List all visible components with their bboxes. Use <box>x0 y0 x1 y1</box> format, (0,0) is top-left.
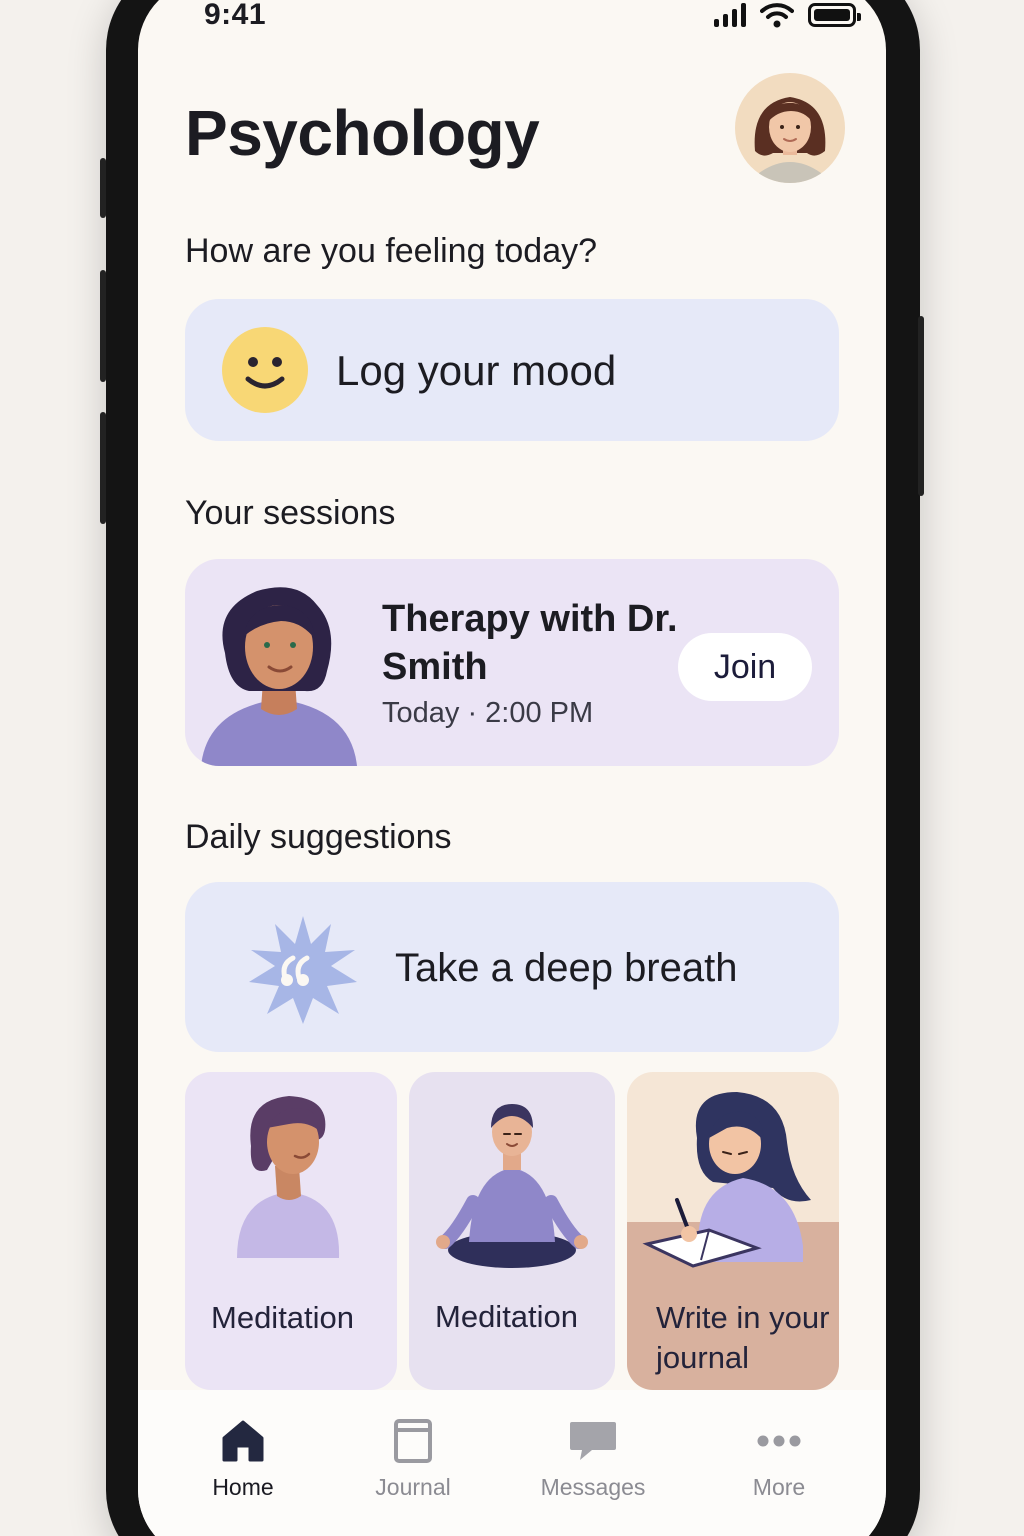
meditation-tile[interactable]: Meditation <box>185 1072 397 1390</box>
session-card[interactable]: Therapy with Dr. Smith Today · 2:00 PM J… <box>185 559 839 766</box>
quote-burst-icon <box>249 916 357 1024</box>
power-button <box>918 316 924 496</box>
tile-label: Write in your journal <box>656 1300 830 1375</box>
tab-more[interactable]: More <box>704 1418 854 1501</box>
tab-label: More <box>752 1474 806 1500</box>
woman-avatar-icon <box>754 97 826 183</box>
journal-tile[interactable]: Write in your journal <box>627 1072 839 1390</box>
journal-icon <box>394 1419 432 1463</box>
status-icons <box>714 2 861 28</box>
sessions-section-title: Your sessions <box>185 494 396 532</box>
tab-messages[interactable]: Messages <box>518 1418 668 1501</box>
battery-icon <box>808 3 861 27</box>
meditating-person-illustration <box>436 1104 588 1268</box>
tile-label: Meditation <box>435 1299 579 1334</box>
journaling-woman-illustration <box>642 1092 811 1268</box>
join-session-button[interactable]: Join <box>678 633 812 701</box>
volume-up-button <box>100 270 106 382</box>
volume-down-button <box>100 412 106 524</box>
deep-breath-label: Take a deep breath <box>395 946 738 990</box>
mute-switch <box>100 158 106 218</box>
tab-journal[interactable]: Journal <box>338 1418 488 1501</box>
smiley-face-icon <box>222 327 308 413</box>
mood-prompt: How are you feeling today? <box>185 232 598 270</box>
session-title: Therapy with Dr. Smith <box>382 598 678 688</box>
wifi-icon <box>760 3 794 28</box>
deep-breath-card[interactable]: Take a deep breath <box>185 882 839 1052</box>
therapist-portrait <box>201 587 357 766</box>
app-screen: 9:41 Psychology How are you feeling toda… <box>138 0 886 1536</box>
person-illustration <box>237 1096 340 1258</box>
status-time: 9:41 <box>204 0 267 31</box>
home-icon <box>222 1420 264 1462</box>
messages-icon <box>570 1422 616 1460</box>
tile-label: Meditation <box>211 1300 355 1335</box>
log-mood-label: Log your mood <box>336 347 617 394</box>
session-time: Today · 2:00 PM <box>382 697 594 729</box>
page-title: Psychology <box>185 97 540 169</box>
meditation-tile[interactable]: Meditation <box>409 1072 615 1390</box>
tab-bar: Home Journal Messages More <box>138 1390 886 1536</box>
more-icon <box>757 1435 801 1447</box>
tab-label: Home <box>212 1474 274 1500</box>
suggestions-section-title: Daily suggestions <box>185 818 452 856</box>
tab-label: Messages <box>540 1474 646 1500</box>
tab-home[interactable]: Home <box>168 1418 318 1501</box>
profile-avatar[interactable] <box>735 73 845 183</box>
log-mood-card[interactable]: Log your mood <box>185 299 839 441</box>
cellular-signal-icon <box>714 3 746 27</box>
tab-label: Journal <box>375 1474 451 1500</box>
